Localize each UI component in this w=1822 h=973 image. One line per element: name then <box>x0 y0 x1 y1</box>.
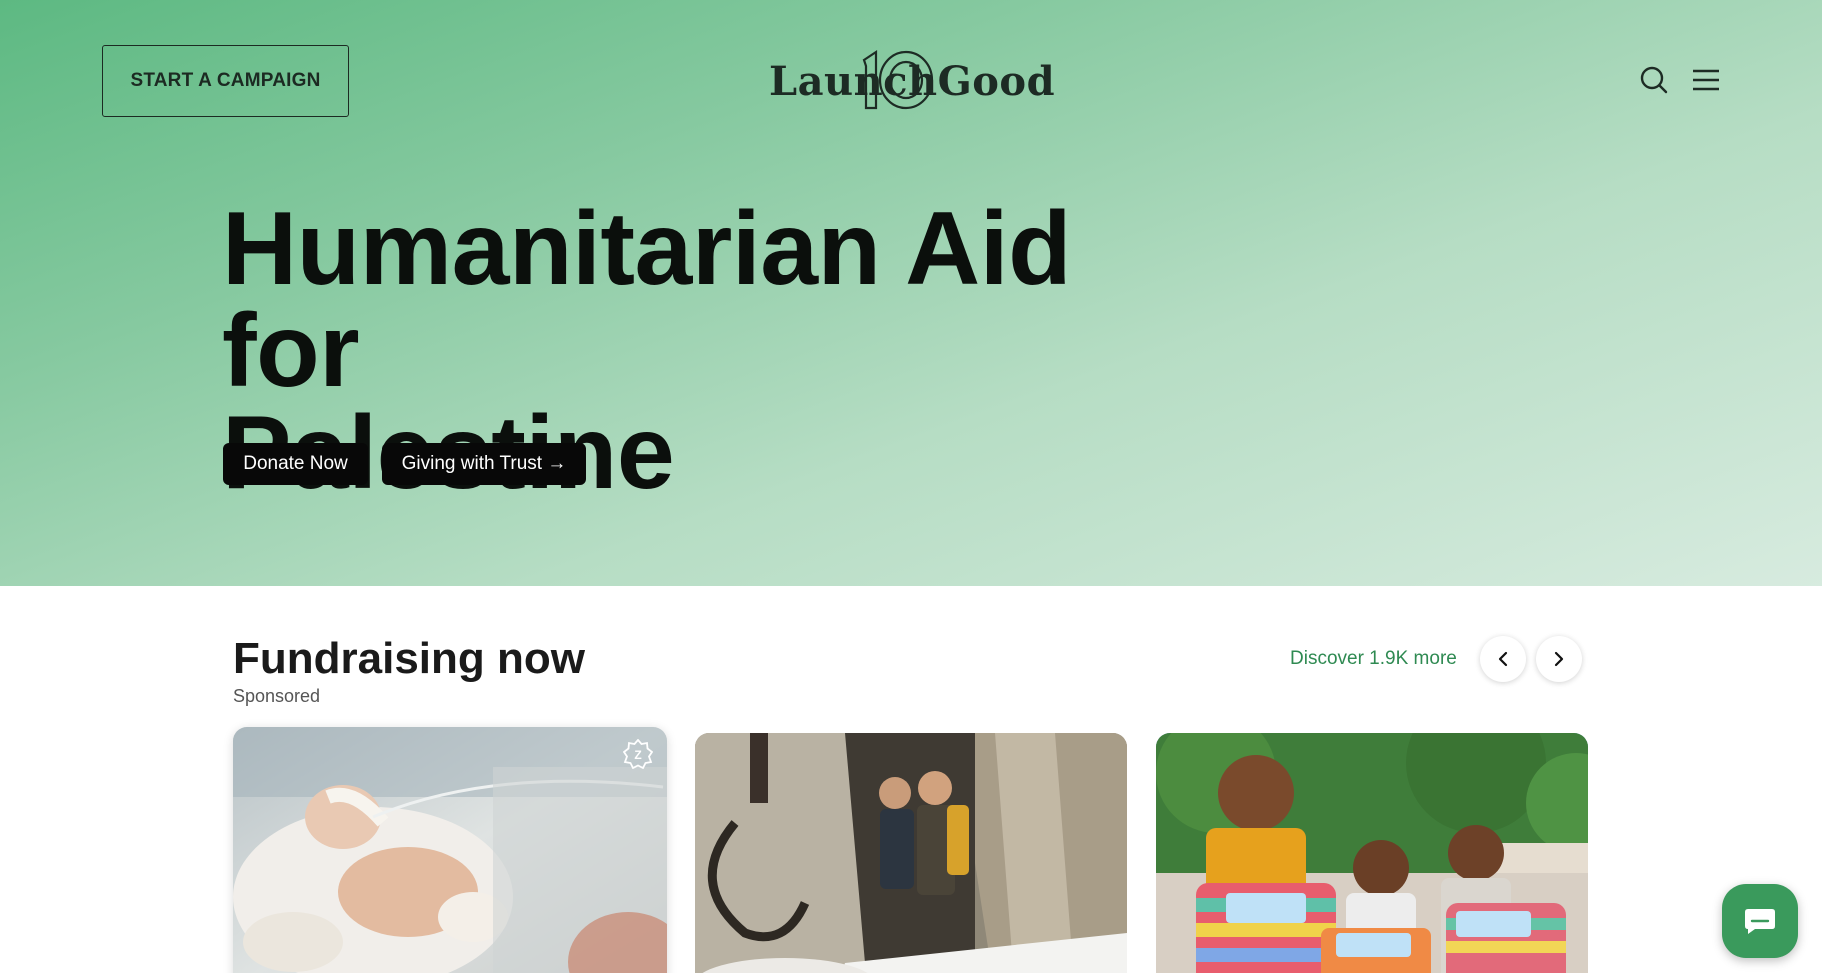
campaign-card[interactable] <box>1156 733 1588 973</box>
start-campaign-button[interactable]: START A CAMPAIGN <box>102 45 349 117</box>
sponsored-label: Sponsored <box>233 686 321 706</box>
carousel-prev-button[interactable] <box>1480 636 1526 682</box>
discover-more-link[interactable]: Discover 1.9K more <box>1290 648 1457 670</box>
chat-button[interactable] <box>1722 884 1798 958</box>
fundraising-title: Fundraising now <box>233 634 585 683</box>
launchgood-logo[interactable]: LaunchGood <box>769 46 1055 116</box>
chevron-left-icon <box>1498 651 1508 667</box>
campaign-card-image <box>233 727 667 973</box>
hero-title: Humanitarian Aid for Palestine <box>222 197 1222 505</box>
campaign-card-image <box>1156 733 1588 973</box>
zakat-badge-icon: Z <box>623 739 653 769</box>
donate-now-button[interactable]: Donate Now <box>223 443 368 485</box>
carousel-next-button[interactable] <box>1536 636 1582 682</box>
hero-section: START A CAMPAIGN LaunchGood Humanitarian… <box>0 0 1822 586</box>
hero-title-line1: Humanitarian Aid for <box>222 191 1072 409</box>
hamburger-menu-icon[interactable] <box>1692 68 1720 92</box>
campaign-card-image <box>695 733 1127 973</box>
campaign-card[interactable]: Z <box>233 727 667 973</box>
search-icon[interactable] <box>1640 66 1668 94</box>
campaign-card[interactable] <box>695 733 1127 973</box>
chat-bubble-icon <box>1745 909 1775 934</box>
logo-text: LaunchGood <box>768 57 1056 105</box>
svg-text:Z: Z <box>634 748 641 762</box>
chevron-right-icon <box>1554 651 1564 667</box>
giving-with-trust-button[interactable]: Giving with Trust → <box>382 443 586 485</box>
